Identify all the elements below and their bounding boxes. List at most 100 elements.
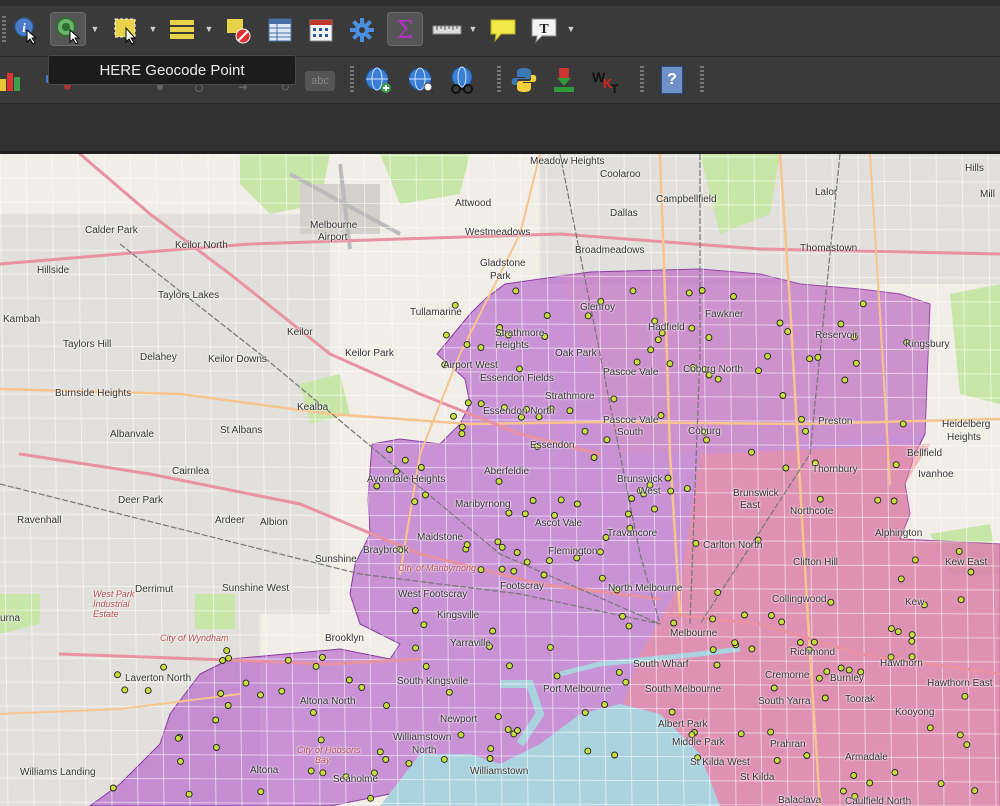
geocoded-point[interactable] [345,676,353,684]
geocoded-point[interactable] [109,784,117,792]
geocoded-point[interactable] [382,756,390,763]
toolbar-grip[interactable] [2,16,6,44]
python-console-icon[interactable] [508,64,540,96]
geocoded-point[interactable] [319,769,327,777]
geocoded-point[interactable] [698,287,706,294]
geocoded-point[interactable] [892,461,900,469]
geocoded-point[interactable] [498,565,506,573]
geocoded-point[interactable] [668,708,676,716]
geocoded-point[interactable] [219,657,227,664]
geocoded-point[interactable] [741,611,748,619]
lga-polygon-north[interactable] [560,269,930,454]
geocoded-point[interactable] [967,568,975,576]
geocoded-point[interactable] [584,747,592,755]
geocoded-point[interactable] [477,344,485,352]
deselect-features-icon[interactable] [222,14,254,46]
geocoded-point[interactable] [458,430,466,438]
geocoded-point[interactable] [514,727,521,734]
geocoded-point[interactable] [767,612,775,619]
geocoded-point[interactable] [803,752,811,759]
geocoded-point[interactable] [705,334,713,342]
geocoded-point[interactable] [937,780,945,788]
geocoded-point[interactable] [442,331,450,339]
layer-style-icon[interactable] [0,64,24,96]
select-dropdown-arrow-icon[interactable]: ▼ [148,24,158,34]
geocoded-point[interactable] [827,598,835,606]
geocoded-point[interactable] [521,510,529,518]
map-canvas[interactable]: Meadow Heights Coolaroo Campbellfield Lalor… [0,154,1000,806]
geocoded-point[interactable] [670,619,678,627]
geocoded-point[interactable] [651,505,658,513]
geocoded-point[interactable] [596,548,604,556]
geocoded-point[interactable] [598,574,606,582]
geocoded-point[interactable] [748,645,756,653]
geocoded-point[interactable] [866,779,874,787]
help-icon[interactable]: ? [656,64,688,96]
geocoded-point[interactable] [955,547,963,555]
geocoded-point[interactable] [709,615,717,623]
geocoded-point[interactable] [850,772,858,779]
geocoded-point[interactable] [887,625,895,633]
geocoded-point[interactable] [477,566,485,574]
geocoded-point[interactable] [624,510,632,518]
geocoded-point[interactable] [411,498,419,506]
geocoded-point[interactable] [516,365,523,373]
geocoded-point[interactable] [405,759,413,767]
geocoded-point[interactable] [714,588,722,596]
geocoded-point[interactable] [376,748,384,756]
geocoded-point[interactable] [714,375,722,383]
geocoded-point[interactable] [312,662,320,670]
geocoded-point[interactable] [590,454,598,461]
geocoded-point[interactable] [908,631,916,639]
geocoded-point[interactable] [581,709,589,717]
toolbar-grip[interactable] [700,66,704,94]
geocoded-point[interactable] [317,736,325,744]
geocoded-point[interactable] [841,376,849,384]
geocoded-point[interactable] [383,702,390,710]
geocoded-point[interactable] [859,300,867,308]
geocoded-point[interactable] [543,312,551,319]
web-geocode-search-icon[interactable] [405,64,437,96]
geocoded-point[interactable] [358,683,366,691]
geocoded-point[interactable] [737,730,745,738]
geocoded-point[interactable] [703,436,710,444]
geocoded-point[interactable] [961,692,969,700]
geocoded-point[interactable] [874,496,882,504]
geocoded-point[interactable] [603,436,611,444]
geocoded-point[interactable] [177,757,184,765]
geocoded-point[interactable] [692,539,700,547]
identify-features-icon[interactable]: i [10,14,42,46]
geocoded-point[interactable] [816,495,824,503]
geocoded-point[interactable] [450,412,457,420]
geocoded-point[interactable] [773,757,781,764]
geocoded-point[interactable] [566,407,574,415]
geocoded-point[interactable] [573,500,581,508]
geocoded-point[interactable] [553,672,561,680]
geocoded-point[interactable] [257,691,264,699]
field-calculator-icon[interactable] [305,14,337,46]
annotation-dropdown-arrow-icon[interactable]: ▼ [566,24,576,34]
geocoded-point[interactable] [584,312,592,320]
text-annotation-icon[interactable]: T [528,14,560,46]
geocoded-point[interactable] [899,420,907,428]
measure-dropdown-arrow-icon[interactable]: ▼ [468,24,478,34]
geocoded-point[interactable] [487,745,495,753]
geocoded-point[interactable] [411,607,419,614]
geocoded-point[interactable] [529,497,537,504]
geocoded-point[interactable] [810,638,818,646]
geocoded-point[interactable] [495,477,503,485]
geocoded-point[interactable] [506,662,513,670]
geocoded-point[interactable] [802,427,809,435]
geocoded-point[interactable] [557,496,565,504]
geocoded-point[interactable] [242,679,250,687]
geocoded-point[interactable] [611,751,619,759]
geocoded-point[interactable] [386,446,393,453]
geocoded-point[interactable] [224,702,232,709]
geocoded-point[interactable] [748,448,755,456]
geocoded-point[interactable] [685,289,693,297]
geocoded-point[interactable] [367,794,375,802]
geocoded-point[interactable] [688,324,696,332]
geocoded-point[interactable] [731,639,739,647]
geocoded-point[interactable] [891,769,899,776]
geocoded-point[interactable] [815,674,823,682]
